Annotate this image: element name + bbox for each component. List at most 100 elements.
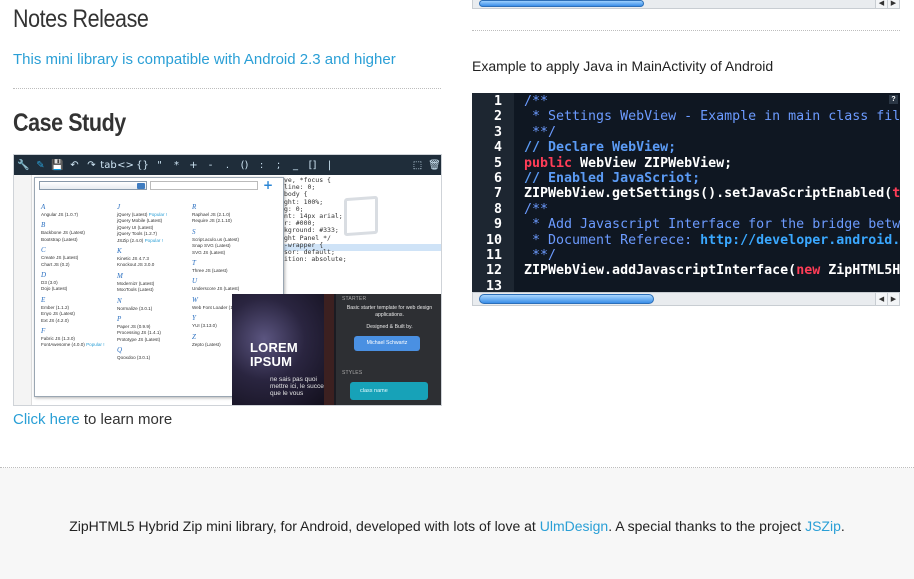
library-letter: F	[41, 327, 46, 336]
example-caption: Example to apply Java in MainActivity of…	[472, 58, 774, 74]
library-item: Ext JS (4.2.0)	[41, 317, 69, 323]
library-letter: S	[192, 227, 196, 236]
code-text: public WebView ZIPWebView;	[524, 156, 732, 171]
code-token: /**	[524, 94, 549, 109]
library-letter: U	[192, 277, 198, 286]
library-letter: Q	[117, 346, 123, 355]
library-item: Dojo (Latest)	[41, 286, 68, 292]
author-button: Michael Schwartz	[354, 336, 420, 351]
editor-code-line: ition: absolute;	[284, 255, 347, 264]
code-text: **/	[524, 125, 556, 140]
line-number: 10	[485, 232, 502, 248]
footer-text: ZipHTML5 Hybrid Zip mini library, for An…	[69, 518, 540, 534]
library-item: Prototype JS (Latest)	[117, 336, 161, 342]
quote-icon: "	[157, 159, 162, 171]
library-letter: D	[41, 271, 47, 280]
code-token: * Add Javascript Interface for the bridg…	[524, 217, 900, 233]
code-text: * Add Javascript Interface for the bridg…	[524, 217, 900, 232]
library-item: Three JS (Latest)	[192, 268, 228, 274]
tab-icon: tab	[100, 159, 117, 171]
code-text: // Declare WebView;	[524, 140, 676, 155]
footer-text: .	[840, 518, 845, 534]
scroll-right-icon[interactable]: ▶	[887, 293, 899, 305]
code-text: /**	[524, 202, 548, 217]
library-item: Chart JS (0.2)	[41, 261, 70, 267]
wrench-icon: 🔧	[17, 159, 30, 171]
scroll-right-icon[interactable]: ▶	[887, 0, 899, 8]
library-letter: P	[117, 315, 122, 324]
top-code-scrollbar[interactable]: ◀ ▶	[472, 0, 900, 9]
code-line: 6 // Enabled JavaScriot;	[472, 171, 900, 186]
java-code-block[interactable]: 1/** 2 * Settings WebView - Example in ma…	[472, 93, 900, 292]
starter-panel: STARTER Basic starter template for web d…	[336, 294, 441, 405]
starter-label: STARTER	[342, 296, 367, 302]
code-icon: <>	[117, 159, 134, 171]
code-token: * Settings WebView - Example in main cla…	[524, 109, 900, 125]
popular-badge: Popular !	[147, 212, 168, 217]
scrollbar-thumb[interactable]	[479, 0, 644, 7]
library-item: JSZip (2.4.0) Popular !	[117, 237, 163, 243]
code-token: **/	[524, 248, 557, 263]
code-line: 1 /**	[472, 94, 900, 109]
code-line: 4 // Declare WebView;	[472, 140, 900, 155]
code-line: 13	[472, 279, 900, 292]
ulmdesign-link[interactable]: UlmDesign	[540, 518, 608, 534]
case-study-screenshot[interactable]: 🔧 ✎ 💾 ↶ ↷ tab <>{} " * + -.():; _[] | ⬚ 🗑 ve, *focus {…	[13, 154, 442, 406]
library-letter: T	[192, 259, 196, 268]
library-item: Qooxdoo (3.0.1)	[117, 355, 151, 361]
line-number: 4	[493, 140, 502, 156]
scrollbar-thumb[interactable]	[479, 294, 654, 304]
code-text: /**	[524, 94, 548, 109]
library-search-field	[150, 181, 258, 190]
editor-gutter	[14, 175, 32, 405]
starter-text: Basic starter template for web design ap…	[346, 305, 433, 318]
divider	[472, 30, 900, 31]
library-letter: K	[117, 247, 122, 256]
library-item: Require JS (2.1.10)	[192, 218, 232, 224]
preview-scrollbar	[324, 294, 334, 405]
line-number: 1	[493, 94, 502, 109]
library-item: Processing JS (1.4.1)	[117, 330, 161, 336]
code-token: true	[892, 186, 900, 202]
library-item: Knockout JS 3.0.0	[117, 262, 155, 268]
code-text: **/	[524, 248, 556, 263]
code-line: 7 ZIPWebView.getSettings().setJavaScriptE…	[472, 186, 900, 201]
line-number: 3	[493, 124, 502, 140]
library-column: JjQuery (Latest) Popular ! jQuery Mobile …	[117, 200, 167, 362]
colon-icon: :	[259, 159, 264, 171]
editor-toolbar: 🔧 ✎ 💾 ↶ ↷ tab <>{} " * + -. ():; _ [] | ⬚ 🗑	[14, 155, 441, 175]
undo-icon: ↶	[70, 159, 79, 171]
library-item: Angular JS (1.0.7)	[41, 212, 79, 217]
designed-by-text: Designed & Built by.	[366, 324, 413, 330]
save-icon: 💾	[51, 159, 64, 171]
code-token: // Enabled JavaScriot;	[524, 171, 701, 186]
code-token: ZIPWebView.addJavascriptInterface(	[524, 263, 797, 279]
library-letter: R	[192, 203, 197, 211]
code-line: 10 * Document Referece: http://developer…	[472, 233, 900, 248]
library-item: jQuery Mobile (Latest)	[117, 218, 163, 224]
compatibility-link[interactable]: This mini library is compatible with And…	[13, 51, 396, 68]
library-letter: N	[117, 296, 122, 305]
code-scrollbar[interactable]: ◀ ▶	[472, 292, 900, 306]
library-letter: E	[41, 295, 46, 304]
trash-icon: 🗑	[428, 159, 441, 171]
click-here-link[interactable]: Click here	[13, 411, 80, 428]
code-token: http://developer.android.com	[700, 232, 900, 248]
scroll-left-icon[interactable]: ◀	[875, 0, 887, 8]
help-icon[interactable]: ?	[889, 95, 898, 104]
jszip-link[interactable]: JSZip	[805, 518, 841, 534]
code-line: 8 /**	[472, 202, 900, 217]
underscore-icon: _	[293, 159, 298, 171]
redo-icon: ↷	[87, 159, 96, 171]
code-text: ZIPWebView.getSettings().setJavaScriptEn…	[524, 186, 900, 201]
scroll-left-icon[interactable]: ◀	[875, 293, 887, 305]
code-token: public	[524, 155, 573, 171]
line-number: 11	[485, 248, 502, 263]
line-number: 9	[493, 217, 502, 233]
plus-icon: +	[189, 159, 198, 171]
code-line: 5 public WebView ZIPWebView;	[472, 156, 900, 171]
code-line: 12 ZIPWebView.addJavascriptInterface(new …	[472, 263, 900, 278]
code-line: 9 * Add Javascript Interface for the bri…	[472, 217, 900, 232]
expand-icon: ⬚	[412, 159, 423, 171]
library-item: Bootstrap (Latest)	[41, 236, 78, 242]
